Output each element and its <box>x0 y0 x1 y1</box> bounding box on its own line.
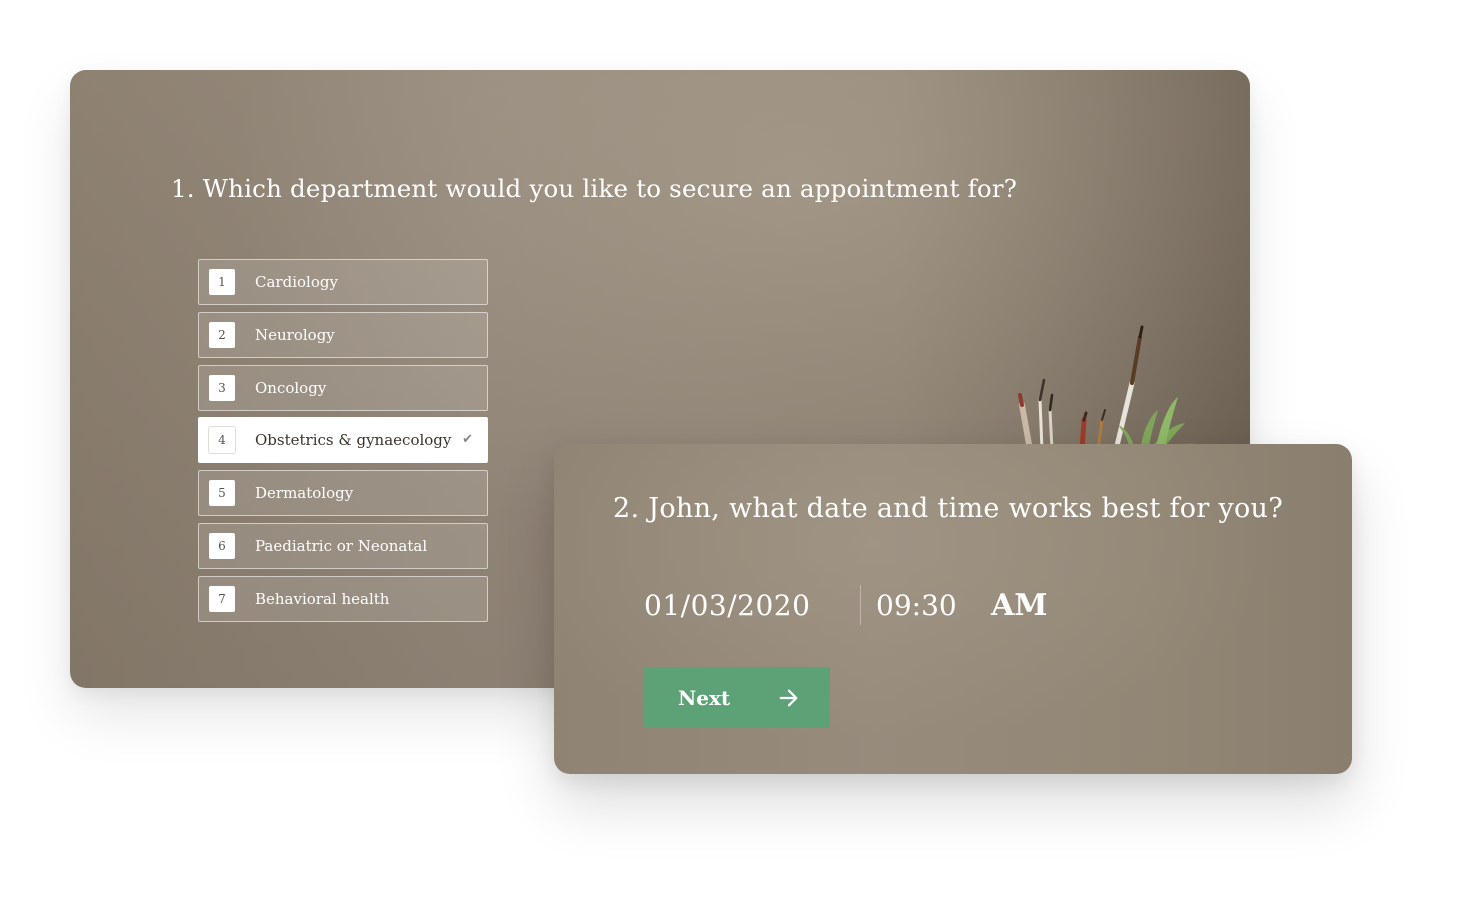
option-label: Oncology <box>255 378 327 397</box>
option-key: 3 <box>209 374 235 401</box>
arrow-right-icon <box>779 689 798 706</box>
option-paediatric-neonatal[interactable]: 6 Paediatric or Neonatal <box>198 522 488 569</box>
next-button-label: Next <box>678 685 731 710</box>
option-dermatology[interactable]: 5 Dermatology <box>198 470 488 517</box>
date-time-divider <box>860 585 861 625</box>
question-1-title: 1. Which department would you like to se… <box>171 174 1018 203</box>
option-obstetrics-gynaecology[interactable]: 4 Obstetrics & gynaecology ✔ <box>198 417 488 464</box>
department-options-list: 1 Cardiology 2 Neurology 3 Oncology 4 Ob… <box>198 259 488 629</box>
option-key: 7 <box>209 585 235 612</box>
brushes-plant-illustration <box>1018 325 1198 450</box>
next-button[interactable]: Next <box>643 667 830 728</box>
check-icon: ✔ <box>462 432 473 448</box>
option-key: 6 <box>209 532 235 559</box>
option-neurology[interactable]: 2 Neurology <box>198 311 488 358</box>
option-key: 2 <box>209 321 235 348</box>
date-time-question-card: 2. John, what date and time works best f… <box>554 444 1352 774</box>
option-key: 4 <box>209 427 235 454</box>
option-label: Behavioral health <box>255 589 390 608</box>
option-label: Obstetrics & gynaecology <box>255 431 452 450</box>
question-2-title: 2. John, what date and time works best f… <box>613 493 1284 524</box>
date-input[interactable]: 01/03/2020 <box>644 589 860 622</box>
option-label: Cardiology <box>255 273 338 291</box>
option-behavioral-health[interactable]: 7 Behavioral health <box>198 575 488 622</box>
option-label: Paediatric or Neonatal <box>255 536 428 555</box>
option-label: Neurology <box>255 325 335 344</box>
ampm-selector[interactable]: AM <box>991 588 1047 623</box>
option-oncology[interactable]: 3 Oncology <box>198 364 488 411</box>
date-time-row: 01/03/2020 09:30 AM <box>644 584 1047 626</box>
option-cardiology[interactable]: 1 Cardiology <box>198 259 488 305</box>
option-key: 1 <box>209 269 235 295</box>
time-input[interactable]: 09:30 <box>876 589 991 622</box>
option-key: 5 <box>209 480 235 507</box>
option-label: Dermatology <box>255 484 354 503</box>
